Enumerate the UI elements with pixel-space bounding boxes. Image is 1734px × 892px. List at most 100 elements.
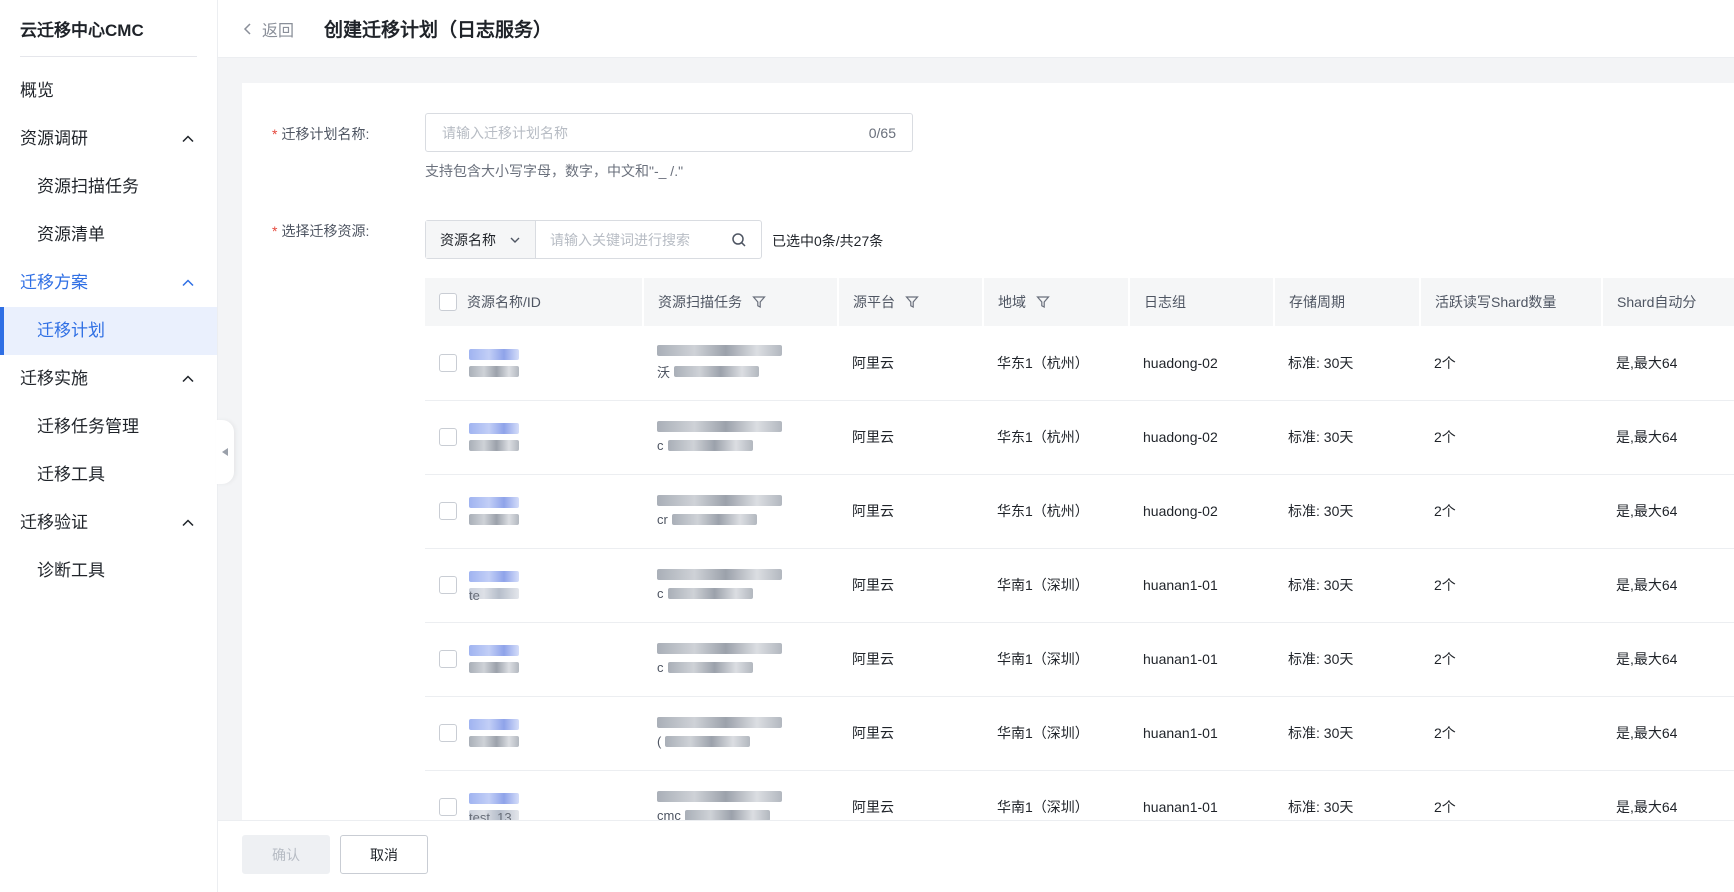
table-row[interactable]: ( 阿里云 华南1（深圳） huanan1-01 标准: 30天 2个 是,最大… xyxy=(425,696,1734,771)
search-input[interactable] xyxy=(550,231,731,248)
scan-task-redacted: cmc xyxy=(657,791,824,820)
cell-scan-task: cr xyxy=(643,474,838,549)
sidebar-item-migration-plan[interactable]: 迁移计划 xyxy=(0,307,217,355)
cell-scan-task: c xyxy=(643,400,838,475)
row-checkbox[interactable] xyxy=(439,502,457,520)
column-label: 资源扫描任务 xyxy=(658,294,742,310)
sidebar-item-label: 概览 xyxy=(20,81,54,100)
cell-retention: 标准: 30天 xyxy=(1274,622,1420,697)
search-field-select[interactable]: 资源名称 xyxy=(426,221,536,258)
search-field[interactable] xyxy=(536,221,761,258)
back-button[interactable]: 返回 xyxy=(242,17,294,41)
cell-retention: 标准: 30天 xyxy=(1274,326,1420,401)
resource-name-redacted: te xyxy=(469,571,519,603)
scan-task-redacted: ( xyxy=(657,717,824,749)
select-all-checkbox[interactable] xyxy=(439,293,457,311)
column-header-region: 地域 xyxy=(983,278,1130,326)
cell-log-group: huadong-02 xyxy=(1129,326,1274,401)
table-row[interactable]: cr 阿里云 华东1（杭州） huadong-02 标准: 30天 2个 是,最… xyxy=(425,474,1734,549)
sidebar-group-research[interactable]: 资源调研 xyxy=(0,115,217,163)
table-body: 沃 阿里云 华东1（杭州） huadong-02 标准: 30天 2个 是,最大… xyxy=(425,326,1734,820)
column-header-retention: 存储周期 xyxy=(1274,278,1421,326)
row-checkbox[interactable] xyxy=(439,724,457,742)
plan-name-field[interactable]: 0/65 xyxy=(425,113,913,152)
row-checkbox[interactable] xyxy=(439,428,457,446)
table-row[interactable]: 沃 阿里云 华东1（杭州） huadong-02 标准: 30天 2个 是,最大… xyxy=(425,326,1734,401)
chevron-up-icon xyxy=(182,279,194,287)
cell-region: 华南1（深圳） xyxy=(983,770,1129,820)
column-label: 活跃读写Shard数量 xyxy=(1435,294,1557,310)
sidebar-item-label: 迁移任务管理 xyxy=(37,417,139,436)
cell-shards: 2个 xyxy=(1420,474,1602,549)
cell-log-group: huanan1-01 xyxy=(1129,622,1274,697)
cell-name xyxy=(425,622,643,697)
cell-scan-task: c xyxy=(643,622,838,697)
table-row[interactable]: c 阿里云 华东1（杭州） huadong-02 标准: 30天 2个 是,最大… xyxy=(425,400,1734,475)
resource-name-visible: test_13 xyxy=(469,810,519,820)
filter-icon[interactable] xyxy=(1036,295,1050,309)
cell-log-group: huanan1-01 xyxy=(1129,548,1274,623)
selected-count: 已选中0条/共27条 xyxy=(772,233,884,249)
table-row[interactable]: te c 阿里云 华南1（深圳） huanan1-01 标准: 30天 2个 是… xyxy=(425,548,1734,623)
column-header-log-group: 日志组 xyxy=(1129,278,1275,326)
sidebar-group-plan[interactable]: 迁移方案 xyxy=(0,259,217,307)
row-checkbox[interactable] xyxy=(439,798,457,816)
cell-scan-task: ( xyxy=(643,696,838,771)
cell-shards: 2个 xyxy=(1420,696,1602,771)
sidebar-item-task-management[interactable]: 迁移任务管理 xyxy=(0,403,217,451)
cancel-button[interactable]: 取消 xyxy=(340,835,428,874)
filter-icon[interactable] xyxy=(905,295,919,309)
caret-left-icon xyxy=(222,448,228,456)
cell-log-group: huadong-02 xyxy=(1129,400,1274,475)
cell-platform: 阿里云 xyxy=(838,326,983,401)
cell-scan-task: cmc xyxy=(643,770,838,820)
confirm-button[interactable]: 确认 xyxy=(242,835,330,874)
sidebar-item-overview[interactable]: 概览 xyxy=(0,67,217,115)
search-icon[interactable] xyxy=(731,232,747,248)
sidebar-item-label: 迁移实施 xyxy=(20,369,88,388)
back-label: 返回 xyxy=(262,22,295,40)
cell-name xyxy=(425,474,643,549)
search-select-value: 资源名称 xyxy=(440,231,496,248)
resource-search: 资源名称 xyxy=(425,220,762,259)
table-row[interactable]: test_13 cmc 阿里云 华南1（深圳） huanan1-01 标准: 3… xyxy=(425,770,1734,820)
cell-auto-split: 是,最大64 xyxy=(1602,400,1734,475)
table-row[interactable]: c 阿里云 华南1（深圳） huanan1-01 标准: 30天 2个 是,最大… xyxy=(425,622,1734,697)
filter-icon[interactable] xyxy=(752,295,766,309)
cell-auto-split: 是,最大64 xyxy=(1602,326,1734,401)
plan-name-input[interactable] xyxy=(442,124,869,141)
sidebar-item-diagnostic-tools[interactable]: 诊断工具 xyxy=(0,547,217,595)
sidebar-collapse-handle[interactable] xyxy=(216,420,234,484)
scan-task-redacted: cr xyxy=(657,495,824,527)
sidebar-item-migration-tools[interactable]: 迁移工具 xyxy=(0,451,217,499)
chevron-down-icon xyxy=(510,237,520,243)
sidebar-group-implementation[interactable]: 迁移实施 xyxy=(0,355,217,403)
row-checkbox[interactable] xyxy=(439,353,457,372)
cell-platform: 阿里云 xyxy=(838,400,983,475)
scan-task-redacted: c xyxy=(657,643,824,675)
sidebar-item-label: 资源清单 xyxy=(37,225,105,244)
cell-scan-task: c xyxy=(643,548,838,623)
sidebar-item-label: 迁移工具 xyxy=(37,465,105,484)
cell-shards: 2个 xyxy=(1420,326,1602,401)
cell-shards: 2个 xyxy=(1420,400,1602,475)
chevron-up-icon xyxy=(182,135,194,143)
sidebar-group-verification[interactable]: 迁移验证 xyxy=(0,499,217,547)
row-checkbox[interactable] xyxy=(439,650,457,668)
sidebar-item-scan-tasks[interactable]: 资源扫描任务 xyxy=(0,163,217,211)
cell-name xyxy=(425,696,643,771)
column-label: Shard自动分 xyxy=(1617,294,1697,310)
sidebar-nav: 概览 资源调研 资源扫描任务 资源清单 迁移方案 迁移计划 迁移实施 迁移任务管… xyxy=(0,67,217,595)
resource-name-redacted xyxy=(469,497,519,525)
resource-name-redacted xyxy=(469,719,519,747)
cell-shards: 2个 xyxy=(1420,770,1602,820)
cell-auto-split: 是,最大64 xyxy=(1602,770,1734,820)
sidebar-item-label: 迁移方案 xyxy=(20,273,88,292)
page-title: 创建迁移计划（日志服务） xyxy=(324,20,553,41)
brand-divider xyxy=(20,56,197,57)
row-checkbox[interactable] xyxy=(439,576,457,594)
resource-name-redacted xyxy=(469,645,519,673)
sidebar-item-resource-list[interactable]: 资源清单 xyxy=(0,211,217,259)
resource-name-redacted xyxy=(469,348,519,377)
resource-name-redacted xyxy=(469,423,519,451)
